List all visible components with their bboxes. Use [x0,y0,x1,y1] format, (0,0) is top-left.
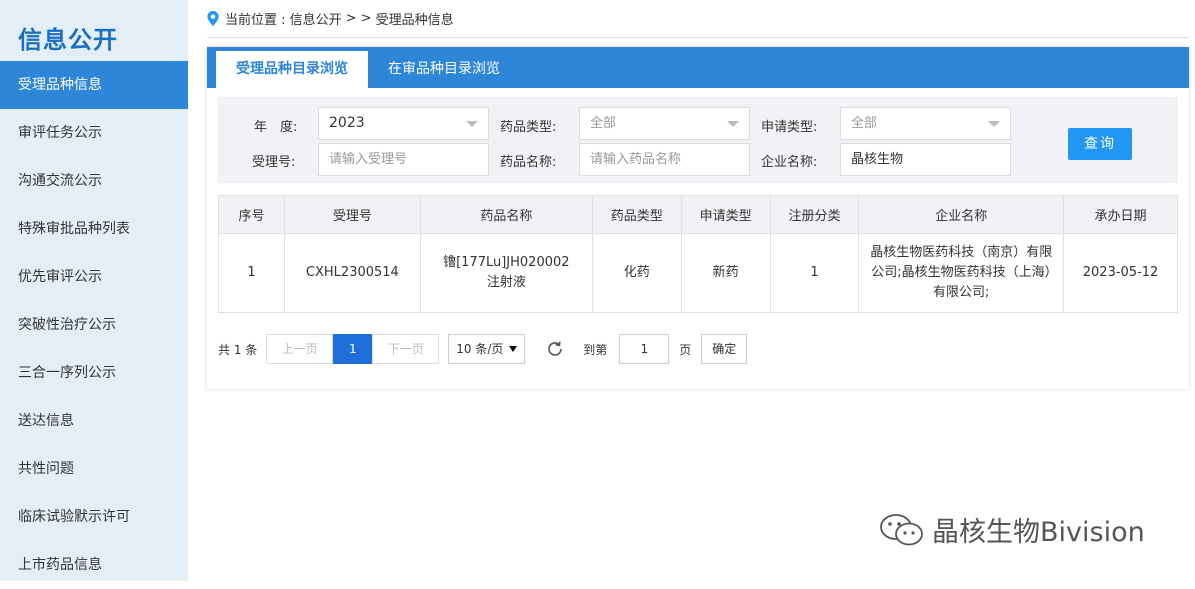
cell-reg-class: 1 [769,233,860,313]
col-header-date: 承办日期 [1063,195,1178,234]
chevron-down-icon [466,121,478,127]
main-content: 当前位置 : 信息公开 > > 受理品种信息 受理品种目录浏览 在审品种目录浏览… [207,0,1189,389]
cell-drug-name: 镥[177Lu]JH020002注射液 [419,233,593,313]
page-unit-label: 页 [679,342,692,357]
current-page-button[interactable]: 1 [333,334,373,364]
sidebar-item-special-approval[interactable]: 特殊审批品种列表 [0,205,188,253]
cell-accept-no: CXHL2300514 [283,233,421,313]
drug-type-label: 药品类型: [500,120,557,135]
breadcrumb: 当前位置 : 信息公开 > > 受理品种信息 [207,0,1189,38]
sidebar-title: 信息公开 [18,26,118,54]
year-label: 年 度: [254,120,298,135]
apply-type-value: 全部 [851,116,878,131]
sidebar-item-review-tasks[interactable]: 审评任务公示 [0,109,188,157]
cell-date: 2023-05-12 [1063,233,1178,313]
watermark: 晶核生物Bivision [878,510,1145,549]
breadcrumb-separator: > > [345,11,372,26]
sidebar-item-delivery-info[interactable]: 送达信息 [0,397,188,445]
sidebar-item-common-issues[interactable]: 共性问题 [0,445,188,493]
sidebar-item-breakthrough-therapy[interactable]: 突破性治疗公示 [0,301,188,349]
year-value: 2023 [329,115,365,131]
col-header-company: 企业名称 [858,195,1065,234]
table-row[interactable]: 1 CXHL2300514 镥[177Lu]JH020002注射液 化药 新药 … [218,233,1178,313]
cell-index: 1 [218,233,285,313]
results-table: 序号 受理号 药品名称 药品类型 申请类型 注册分类 企业名称 承办日期 1 C… [218,195,1178,313]
col-header-drug-name: 药品名称 [419,195,593,234]
col-header-index: 序号 [218,195,285,234]
col-header-reg-class: 注册分类 [769,195,860,234]
chevron-down-icon [727,121,739,127]
accept-no-label: 受理号: [252,155,296,170]
sidebar-item-three-in-one[interactable]: 三合一序列公示 [0,349,188,397]
prev-page-button[interactable]: 上一页 [266,334,334,364]
sidebar-item-communication[interactable]: 沟通交流公示 [0,157,188,205]
drug-name-input[interactable]: 请输入药品名称 [579,143,750,176]
cell-apply-type: 新药 [680,233,771,313]
tab-under-review-catalog[interactable]: 在审品种目录浏览 [368,51,520,88]
sidebar-item-clinical-trial-permit[interactable]: 临床试验默示许可 [0,493,188,541]
page-size-value: 10 条/页 [456,342,504,356]
next-page-button[interactable]: 下一页 [372,334,440,364]
location-pin-icon [207,11,219,26]
apply-type-label: 申请类型: [761,120,818,135]
sidebar-item-priority-review[interactable]: 优先审评公示 [0,253,188,301]
filter-form: 年 度: 2023 药品类型: 全部 申请类型: 全部 受理号: 请输入受理号 … [218,97,1178,183]
drug-type-value: 全部 [590,116,617,131]
cell-company: 晶核生物医药科技（南京）有限公司;晶核生物医药科技（上海）有限公司; [858,233,1065,313]
col-header-accept-no: 受理号 [283,195,421,234]
company-label: 企业名称: [761,155,818,170]
accept-no-input[interactable]: 请输入受理号 [318,143,489,176]
sidebar: 信息公开 受理品种信息 审评任务公示 沟通交流公示 特殊审批品种列表 优先审评公… [0,0,188,581]
refresh-icon[interactable] [545,339,565,359]
sidebar-item-marketed-drugs[interactable]: 上市药品信息 [0,541,188,589]
drug-name-label: 药品名称: [500,155,557,170]
watermark-text: 晶核生物Bivision [932,517,1145,548]
sidebar-menu: 受理品种信息 审评任务公示 沟通交流公示 特殊审批品种列表 优先审评公示 突破性… [0,61,188,589]
caret-down-icon [509,346,518,352]
search-panel: 受理品种目录浏览 在审品种目录浏览 年 度: 2023 药品类型: 全部 申请类… [207,47,1189,389]
wechat-icon [880,513,923,545]
cell-drug-type: 化药 [591,233,682,313]
tab-accepted-catalog[interactable]: 受理品种目录浏览 [216,51,368,88]
query-button[interactable]: 查询 [1068,128,1132,160]
tab-bar: 受理品种目录浏览 在审品种目录浏览 [207,47,1189,88]
table-header-row: 序号 受理号 药品名称 药品类型 申请类型 注册分类 企业名称 承办日期 [218,195,1178,234]
breadcrumb-current: 受理品种信息 [375,13,454,28]
year-select[interactable]: 2023 [318,107,489,140]
goto-label: 到第 [583,342,608,357]
company-input[interactable]: 晶核生物 [840,143,1011,176]
breadcrumb-prefix: 当前位置 : 信息公开 [225,13,342,28]
pagination: 共 1 条 上一页 1 下一页 10 条/页 到第 1 页 确定 [218,334,748,364]
apply-type-select[interactable]: 全部 [840,107,1011,140]
col-header-apply-type: 申请类型 [680,195,771,234]
goto-confirm-button[interactable]: 确定 [701,334,748,364]
total-count: 共 1 条 [218,342,258,357]
chevron-down-icon [988,121,1000,127]
sidebar-item-accepted-varieties[interactable]: 受理品种信息 [0,61,188,109]
goto-page-input[interactable]: 1 [619,334,670,364]
col-header-drug-type: 药品类型 [591,195,682,234]
page-size-select[interactable]: 10 条/页 [448,334,526,364]
drug-type-select[interactable]: 全部 [579,107,750,140]
